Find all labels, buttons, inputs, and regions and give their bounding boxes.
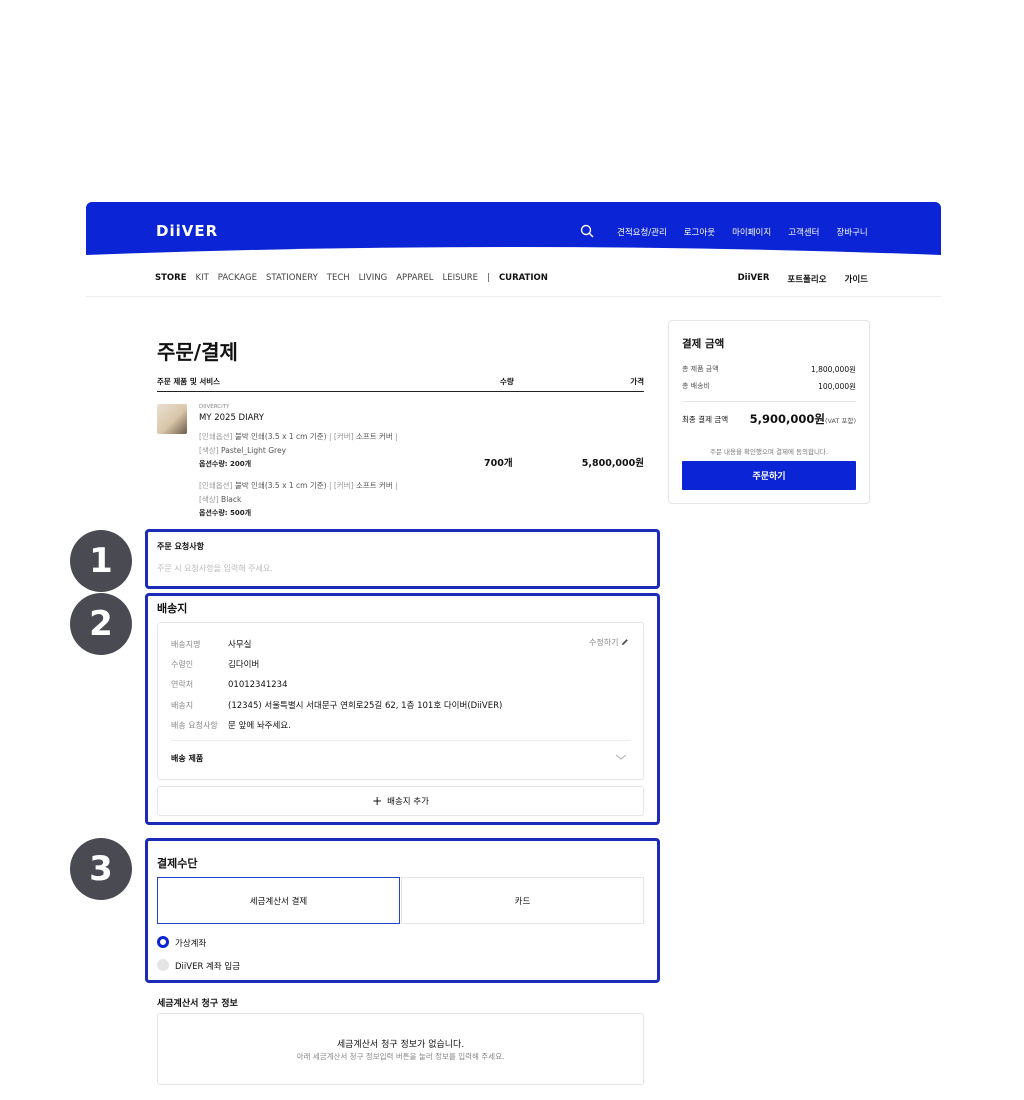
nav-logout[interactable]: 로그아웃	[684, 226, 715, 238]
option-2-color: [색상] Black	[199, 495, 242, 504]
search-icon[interactable]	[580, 224, 594, 238]
order-button[interactable]: 주문하기	[682, 461, 856, 490]
nav-divider	[86, 296, 941, 297]
product-brand: DIIVERCITY	[199, 404, 230, 410]
cat-package[interactable]: PACKAGE	[218, 273, 257, 283]
plus-icon: +	[372, 794, 383, 808]
summary-divider	[682, 401, 856, 402]
radio-diiver-account[interactable]	[157, 959, 169, 971]
cat-curation[interactable]: CURATION	[499, 273, 548, 283]
option-1-color: [색상] Pastel_Light Grey	[199, 446, 287, 455]
nav-diiver[interactable]: DiiVER	[738, 273, 770, 285]
cat-living[interactable]: LIVING	[359, 273, 388, 283]
address-divider	[171, 740, 630, 741]
nav-guide[interactable]: 가이드	[845, 273, 868, 285]
option-2-qty: 옵션수량: 500개	[199, 509, 252, 517]
request-input[interactable]: 주문 시 요청사항을 입력해 주세요.	[157, 563, 273, 574]
add-address-button[interactable]: + 배송지 추가	[157, 786, 644, 816]
nav-support[interactable]: 고객센터	[788, 226, 819, 238]
col-qty: 수량	[500, 377, 514, 386]
cat-separator: |	[487, 273, 490, 283]
product-qty: 700개	[484, 458, 513, 469]
col-product: 주문 제품 및 서비스	[157, 377, 221, 386]
step-badge-2: 2	[70, 593, 132, 655]
table-header: 주문 제품 및 서비스 수량 가격	[157, 376, 644, 392]
nav-cart[interactable]: 장바구니	[836, 226, 867, 238]
cat-leisure[interactable]: LEISURE	[443, 273, 479, 283]
tab-card[interactable]: 카드	[401, 877, 644, 924]
nav-quote[interactable]: 견적요청/관리	[617, 226, 667, 238]
header-wave	[86, 247, 941, 262]
delivery-request-row: 배송 요청사항 문 앞에 놔주세요.	[171, 721, 291, 731]
site-header: DiiVER 견적요청/관리 로그아웃 마이페이지 고객센터 장바구니	[86, 202, 941, 262]
radio-virtual-account-label[interactable]: 가상계좌	[175, 937, 206, 949]
option-1-qty: 옵션수량: 200개	[199, 460, 252, 468]
nav-mypage[interactable]: 마이페이지	[732, 226, 771, 238]
cat-kit[interactable]: KIT	[196, 273, 209, 283]
top-nav: 견적요청/관리 로그아웃 마이페이지 고객센터 장바구니	[617, 226, 885, 238]
chevron-down-icon[interactable]	[615, 752, 627, 762]
right-nav: DiiVER 포트폴리오 가이드	[720, 273, 868, 285]
step-badge-3: 3	[70, 838, 132, 900]
cat-tech[interactable]: TECH	[327, 273, 350, 283]
summary-title: 결제 금액	[682, 338, 725, 350]
logo[interactable]: DiiVER	[156, 222, 218, 240]
recipient-row: 수령인 김다이버	[171, 660, 260, 670]
option-1-print: [인쇄옵션] 불박 인쇄(3.5 x 1 cm 기준) | [커버] 소프트 커…	[199, 432, 398, 441]
radio-virtual-account[interactable]	[157, 936, 169, 948]
tab-tax-invoice[interactable]: 세금계산서 결제	[157, 877, 400, 924]
edit-address-link[interactable]: 수정하기	[589, 637, 629, 648]
request-section	[145, 529, 660, 589]
product-name[interactable]: MY 2025 DIARY	[199, 413, 264, 423]
product-thumbnail[interactable]	[157, 404, 187, 434]
option-2-print: [인쇄옵션] 불박 인쇄(3.5 x 1 cm 기준) | [커버] 소프트 커…	[199, 481, 398, 490]
category-nav: STORE KIT PACKAGE STATIONERY TECH LIVING…	[155, 273, 557, 283]
radio-diiver-account-label[interactable]: DiiVER 계좌 입금	[175, 960, 240, 972]
cat-store[interactable]: STORE	[155, 273, 187, 283]
cat-stationery[interactable]: STATIONERY	[266, 273, 318, 283]
final-amount: 5,900,000원(VAT 포함)	[749, 412, 856, 426]
request-label: 주문 요청사항	[157, 542, 204, 551]
tax-empty-desc: 아래 세금계산서 청구 정보입력 버튼을 눌러 정보를 입력해 주세요.	[296, 1052, 505, 1061]
tax-empty-title: 세금계산서 청구 정보가 없습니다.	[336, 1040, 465, 1050]
step-badge-1: 1	[70, 530, 132, 592]
page-title: 주문/결제	[157, 340, 238, 364]
shipping-products-label[interactable]: 배송 제품	[171, 753, 203, 764]
address-row: 배송지 (12345) 서울특별시 서대문구 연희로25길 62, 1층 101호…	[171, 701, 503, 711]
tax-title: 세금계산서 청구 정보	[157, 999, 238, 1009]
cat-apparel[interactable]: APPAREL	[396, 273, 433, 283]
payment-title: 결제수단	[157, 857, 198, 870]
agree-notice: 주문 내용을 확인했으며 결제에 동의합니다.	[710, 448, 828, 456]
col-price: 가격	[630, 377, 644, 386]
final-label: 최종 결제 금액	[682, 415, 729, 424]
shipping-title: 배송지	[157, 602, 188, 615]
phone-row: 연락처 01012341234	[171, 680, 288, 690]
pencil-icon	[622, 639, 628, 645]
product-price: 5,800,000원	[581, 458, 644, 469]
address-name-row: 배송지명 사무실	[171, 640, 252, 650]
nav-portfolio[interactable]: 포트폴리오	[787, 273, 826, 285]
